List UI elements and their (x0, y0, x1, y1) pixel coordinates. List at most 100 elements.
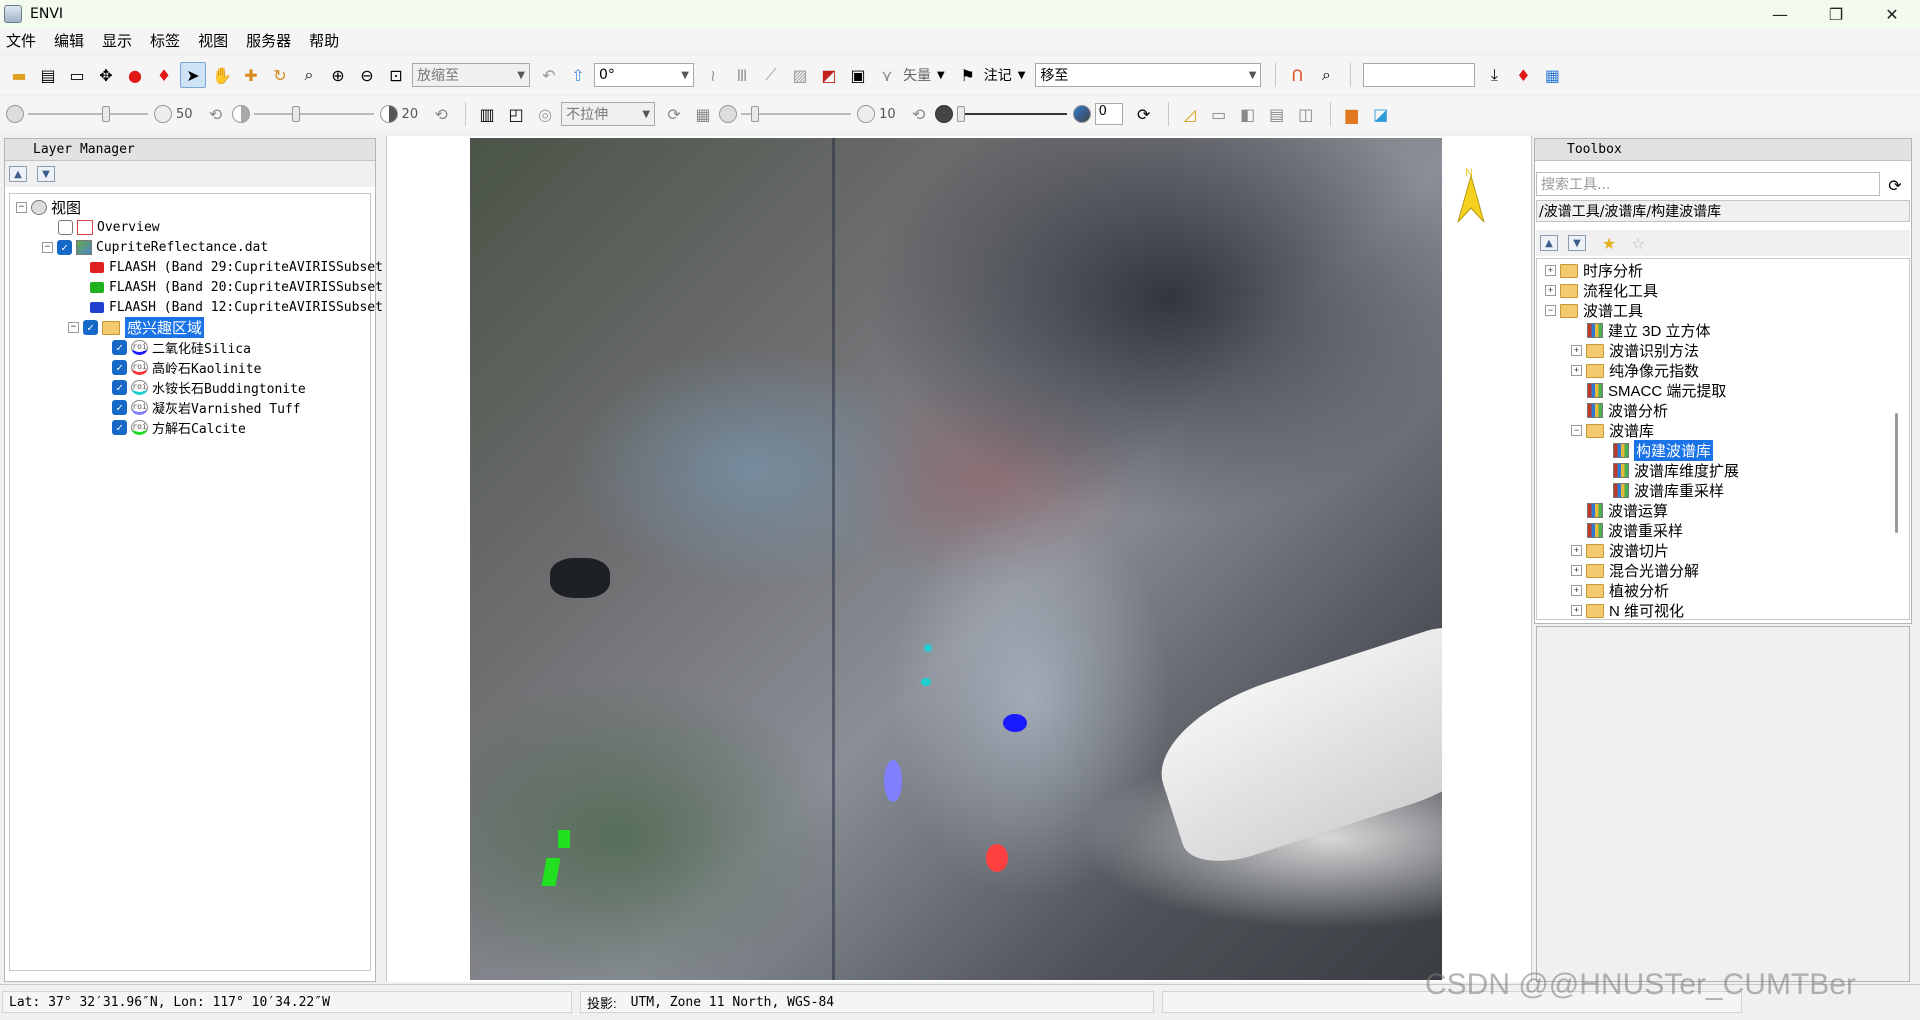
measure-icon[interactable]: ⟋ (758, 62, 784, 88)
tree-item-roi-buddingtonite[interactable]: ✓ roi 水铵长石Buddingtonite (112, 378, 306, 397)
toolbox-item-folder[interactable]: + 流程化工具 (1545, 281, 1658, 300)
raster-checkbox[interactable]: ✓ (57, 240, 72, 255)
menu-display[interactable]: 显示 (102, 30, 132, 51)
menu-view[interactable]: 视图 (198, 30, 228, 51)
toolbox-bag-icon[interactable]: ▆ (1339, 101, 1365, 127)
rotate-icon[interactable]: ↻ (267, 62, 293, 88)
favorite-add-icon[interactable]: ★ (1596, 230, 1622, 256)
roi-buddingtonite-region[interactable] (924, 644, 932, 652)
roi-checkbox[interactable]: ✓ (112, 380, 127, 395)
restore-button[interactable]: ❐ (1808, 0, 1864, 28)
display-icon[interactable]: ▭ (64, 62, 90, 88)
collapse-icon[interactable]: − (1571, 425, 1582, 436)
toolbox-item-folder[interactable]: + 时序分析 (1545, 261, 1643, 280)
overview-checkbox[interactable] (58, 220, 73, 235)
close-button[interactable]: ✕ (1864, 0, 1920, 28)
zoom-combo[interactable]: 放缩至 ▼ (412, 63, 530, 87)
contrast-high-icon[interactable] (379, 105, 398, 123)
roi-checkbox[interactable]: ✓ (112, 420, 127, 435)
annotation-icon[interactable]: ⚑ (955, 62, 981, 88)
tree-item-band-red[interactable]: FLAASH (Band 29:CupriteAVIRISSubset. (90, 258, 391, 277)
fly-icon[interactable]: ✚ (238, 62, 264, 88)
collapse-icon[interactable]: − (42, 242, 53, 253)
contrast-slider[interactable] (253, 104, 374, 124)
tool-search-input[interactable]: 搜索工具... (1536, 172, 1880, 196)
headphone-icon[interactable]: Ո (1284, 62, 1310, 88)
sharpen-slider[interactable] (741, 104, 852, 124)
flicker-icon[interactable]: ◧ (1235, 101, 1261, 127)
transparency-low-icon[interactable] (934, 105, 953, 123)
expand-icon[interactable]: + (1571, 345, 1582, 356)
record-icon[interactable]: ● (122, 62, 148, 88)
expand-icon[interactable]: + (1545, 265, 1556, 276)
pin-icon[interactable]: ♦ (151, 62, 177, 88)
stretch-icon[interactable]: ◰ (503, 101, 529, 127)
expand-icon[interactable]: + (1571, 545, 1582, 556)
roi-calcite-region[interactable] (541, 858, 561, 886)
toolbox-item-tool[interactable]: 建立 3D 立方体 (1587, 321, 1711, 340)
tree-item-roi-kaolinite[interactable]: ✓ roi 高岭石Kaolinite (112, 358, 261, 377)
histogram-icon[interactable]: ▥ (474, 101, 500, 127)
expand-icon[interactable]: + (1545, 285, 1556, 296)
minimize-button[interactable]: — (1752, 0, 1808, 28)
favorite-remove-icon[interactable]: ☆ (1625, 230, 1651, 256)
sharpen-high-icon[interactable] (857, 105, 876, 123)
menu-label[interactable]: 标签 (150, 30, 180, 51)
roi-checkbox[interactable]: ✓ (112, 340, 127, 355)
vector-icon[interactable]: ⋎ (874, 62, 900, 88)
satellite-image[interactable] (470, 138, 1442, 980)
collapse-all-icon[interactable]: ▲ (9, 166, 27, 182)
zoom-in-icon[interactable]: ⊕ (325, 62, 351, 88)
reset-icon[interactable]: ⟲ (203, 101, 229, 127)
tree-item-raster[interactable]: − ✓ CupriteReflectance.dat (42, 238, 268, 257)
toolbox-item-tool-selected[interactable]: 构建波谱库 (1613, 440, 1714, 461)
roi-checkbox[interactable]: ✓ (112, 400, 127, 415)
chevron-down-icon[interactable]: ▼ (1018, 70, 1026, 81)
brightness-low-icon[interactable] (6, 105, 24, 123)
refresh-icon[interactable]: ⟳ (1882, 172, 1908, 198)
stretch-combo[interactable]: 不拉伸 ▼ (561, 102, 656, 126)
expand-icon[interactable]: + (1571, 365, 1582, 376)
chip-icon[interactable]: ▨ (787, 62, 813, 88)
crosshair-icon[interactable]: ✥ (93, 62, 119, 88)
goto-combo[interactable]: 移至 ▼ (1035, 63, 1262, 87)
toolbox-item-tool[interactable]: 波谱库重采样 (1613, 481, 1724, 500)
search-icon[interactable]: ⌕ (1313, 62, 1339, 88)
transparency-value[interactable]: 0 (1094, 103, 1123, 125)
reset-icon[interactable]: ⟳ (1131, 101, 1157, 127)
tree-item-band-green[interactable]: FLAASH (Band 20:CupriteAVIRISSubset. (90, 278, 391, 297)
toolbox-item-folder[interactable]: + 混合光谱分解 (1571, 561, 1699, 580)
tree-item-overview[interactable]: Overview (58, 218, 160, 237)
menu-server[interactable]: 服务器 (246, 30, 291, 51)
chevron-down-icon[interactable]: ▼ (937, 70, 945, 81)
rotate-north-icon[interactable]: ⇧ (565, 62, 591, 88)
horizontal-profile-icon[interactable]: Ⅲ (729, 62, 755, 88)
toolbox-item-tool[interactable]: 波谱重采样 (1587, 521, 1683, 540)
expand-all-icon[interactable]: ▼ (37, 166, 55, 182)
zoom-out-icon[interactable]: ⊖ (354, 62, 380, 88)
expand-icon[interactable]: + (1571, 585, 1582, 596)
toolbox-item-folder[interactable]: + N 维可视化 (1571, 601, 1684, 619)
transparency-slider[interactable] (956, 104, 1067, 124)
menu-edit[interactable]: 编辑 (54, 30, 84, 51)
pan-hand-icon[interactable]: ✋ (209, 62, 235, 88)
tree-item-band-blue[interactable]: FLAASH (Band 12:CupriteAVIRISSubset. (90, 298, 391, 317)
image-view[interactable] (386, 136, 1532, 982)
roi-tuff-region[interactable] (884, 760, 902, 802)
roi-checkbox[interactable]: ✓ (112, 360, 127, 375)
toolbox-item-folder[interactable]: + 纯净像元指数 (1571, 361, 1699, 380)
toolbox-item-folder[interactable]: + 波谱切片 (1571, 541, 1669, 560)
reset-icon[interactable]: ⟲ (906, 101, 932, 127)
portal-icon[interactable]: ◫ (1293, 101, 1319, 127)
collapse-icon[interactable]: − (16, 202, 27, 213)
map-pin-icon[interactable]: ♦ (1510, 62, 1536, 88)
roi-folder-checkbox[interactable]: ✓ (83, 320, 98, 335)
sharpen-icon[interactable]: ▦ (690, 101, 716, 127)
location-search-input[interactable] (1363, 63, 1476, 87)
collapse-icon[interactable]: − (1545, 305, 1556, 316)
expand-all-icon[interactable]: ▼ (1568, 235, 1586, 251)
contrast-low-icon[interactable] (231, 105, 250, 123)
tree-item-roi-silica[interactable]: ✓ roi 二氧化硅Silica (112, 338, 251, 357)
toolbox-scrollbar[interactable] (1895, 413, 1898, 533)
menu-file[interactable]: 文件 (6, 30, 36, 51)
